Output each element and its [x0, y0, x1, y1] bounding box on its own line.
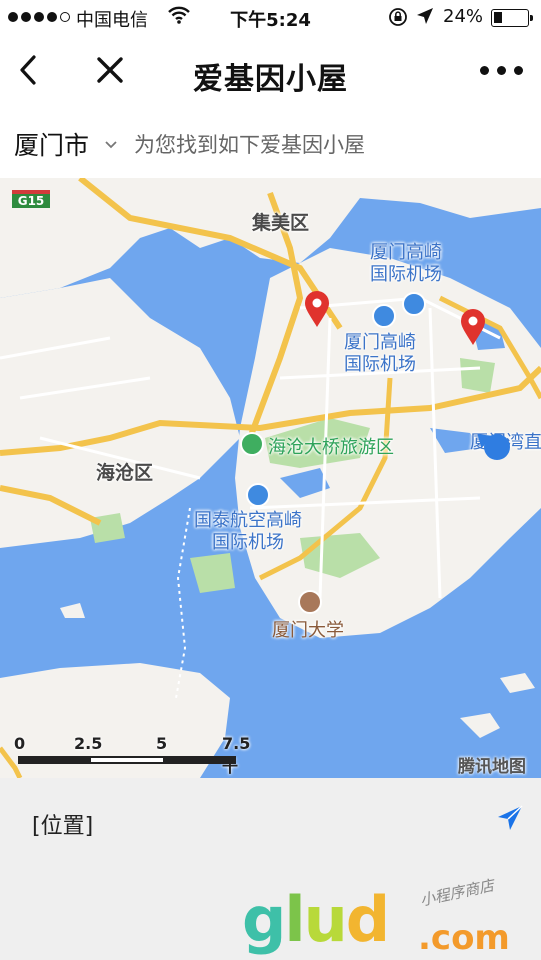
district-label-haicang: 海沧区: [96, 462, 154, 484]
poi-label-xmu: 厦门大学: [272, 620, 344, 641]
map-attribution: 腾讯地图: [458, 757, 526, 777]
district-label-jimei: 集美区: [252, 212, 310, 234]
page-title: 爱基因小屋: [193, 62, 348, 97]
city-filter-row: 厦门市 为您找到如下爱基因小屋: [0, 106, 541, 178]
result-hint: 为您找到如下爱基因小屋: [134, 133, 365, 157]
rotation-lock-icon: [388, 7, 408, 32]
watermark-tagline: 小程序商店: [418, 876, 496, 910]
location-pin-icon[interactable]: [459, 308, 487, 346]
watermark-domain: .com: [418, 918, 510, 958]
chevron-down-icon[interactable]: [104, 136, 118, 149]
park-icon: [240, 432, 264, 456]
status-bar: 中国电信 下午5:24 24%: [0, 0, 541, 36]
current-location-dot: [484, 434, 510, 460]
poi-label-airport-mid: 厦门高崎 国际机场: [344, 332, 416, 375]
watermark-logo: glud: [242, 883, 390, 956]
city-selector[interactable]: 厦门市: [14, 126, 89, 162]
more-icon[interactable]: [480, 66, 523, 75]
map-view[interactable]: G15 集美区 海沧区 厦门高崎 国际机场 厦门高崎 国际机场 海沧大桥旅游区 国泰…: [0, 178, 541, 778]
highway-shield: G15: [12, 190, 50, 208]
poi-label-bridge-park: 海沧大桥旅游区: [268, 437, 394, 458]
poi-label-airport-top: 厦门高崎 国际机场: [370, 242, 442, 285]
navigate-icon[interactable]: [496, 804, 524, 832]
location-pin-icon[interactable]: [303, 290, 331, 328]
location-panel: [位置] glud 小程序商店 .com: [0, 778, 541, 960]
poi-label-guotai: 国泰航空高崎 国际机场: [194, 510, 302, 553]
airport-icon: [402, 292, 426, 316]
battery-percent: 24%: [443, 6, 484, 27]
nav-bar: 爱基因小屋: [0, 36, 541, 106]
map-base: [0, 178, 541, 778]
airport-icon: [372, 304, 396, 328]
location-label[interactable]: [位置]: [32, 808, 93, 840]
school-icon: [298, 590, 322, 614]
airport-icon: [246, 483, 270, 507]
battery-icon: [491, 9, 533, 27]
location-arrow-icon: [416, 7, 434, 30]
